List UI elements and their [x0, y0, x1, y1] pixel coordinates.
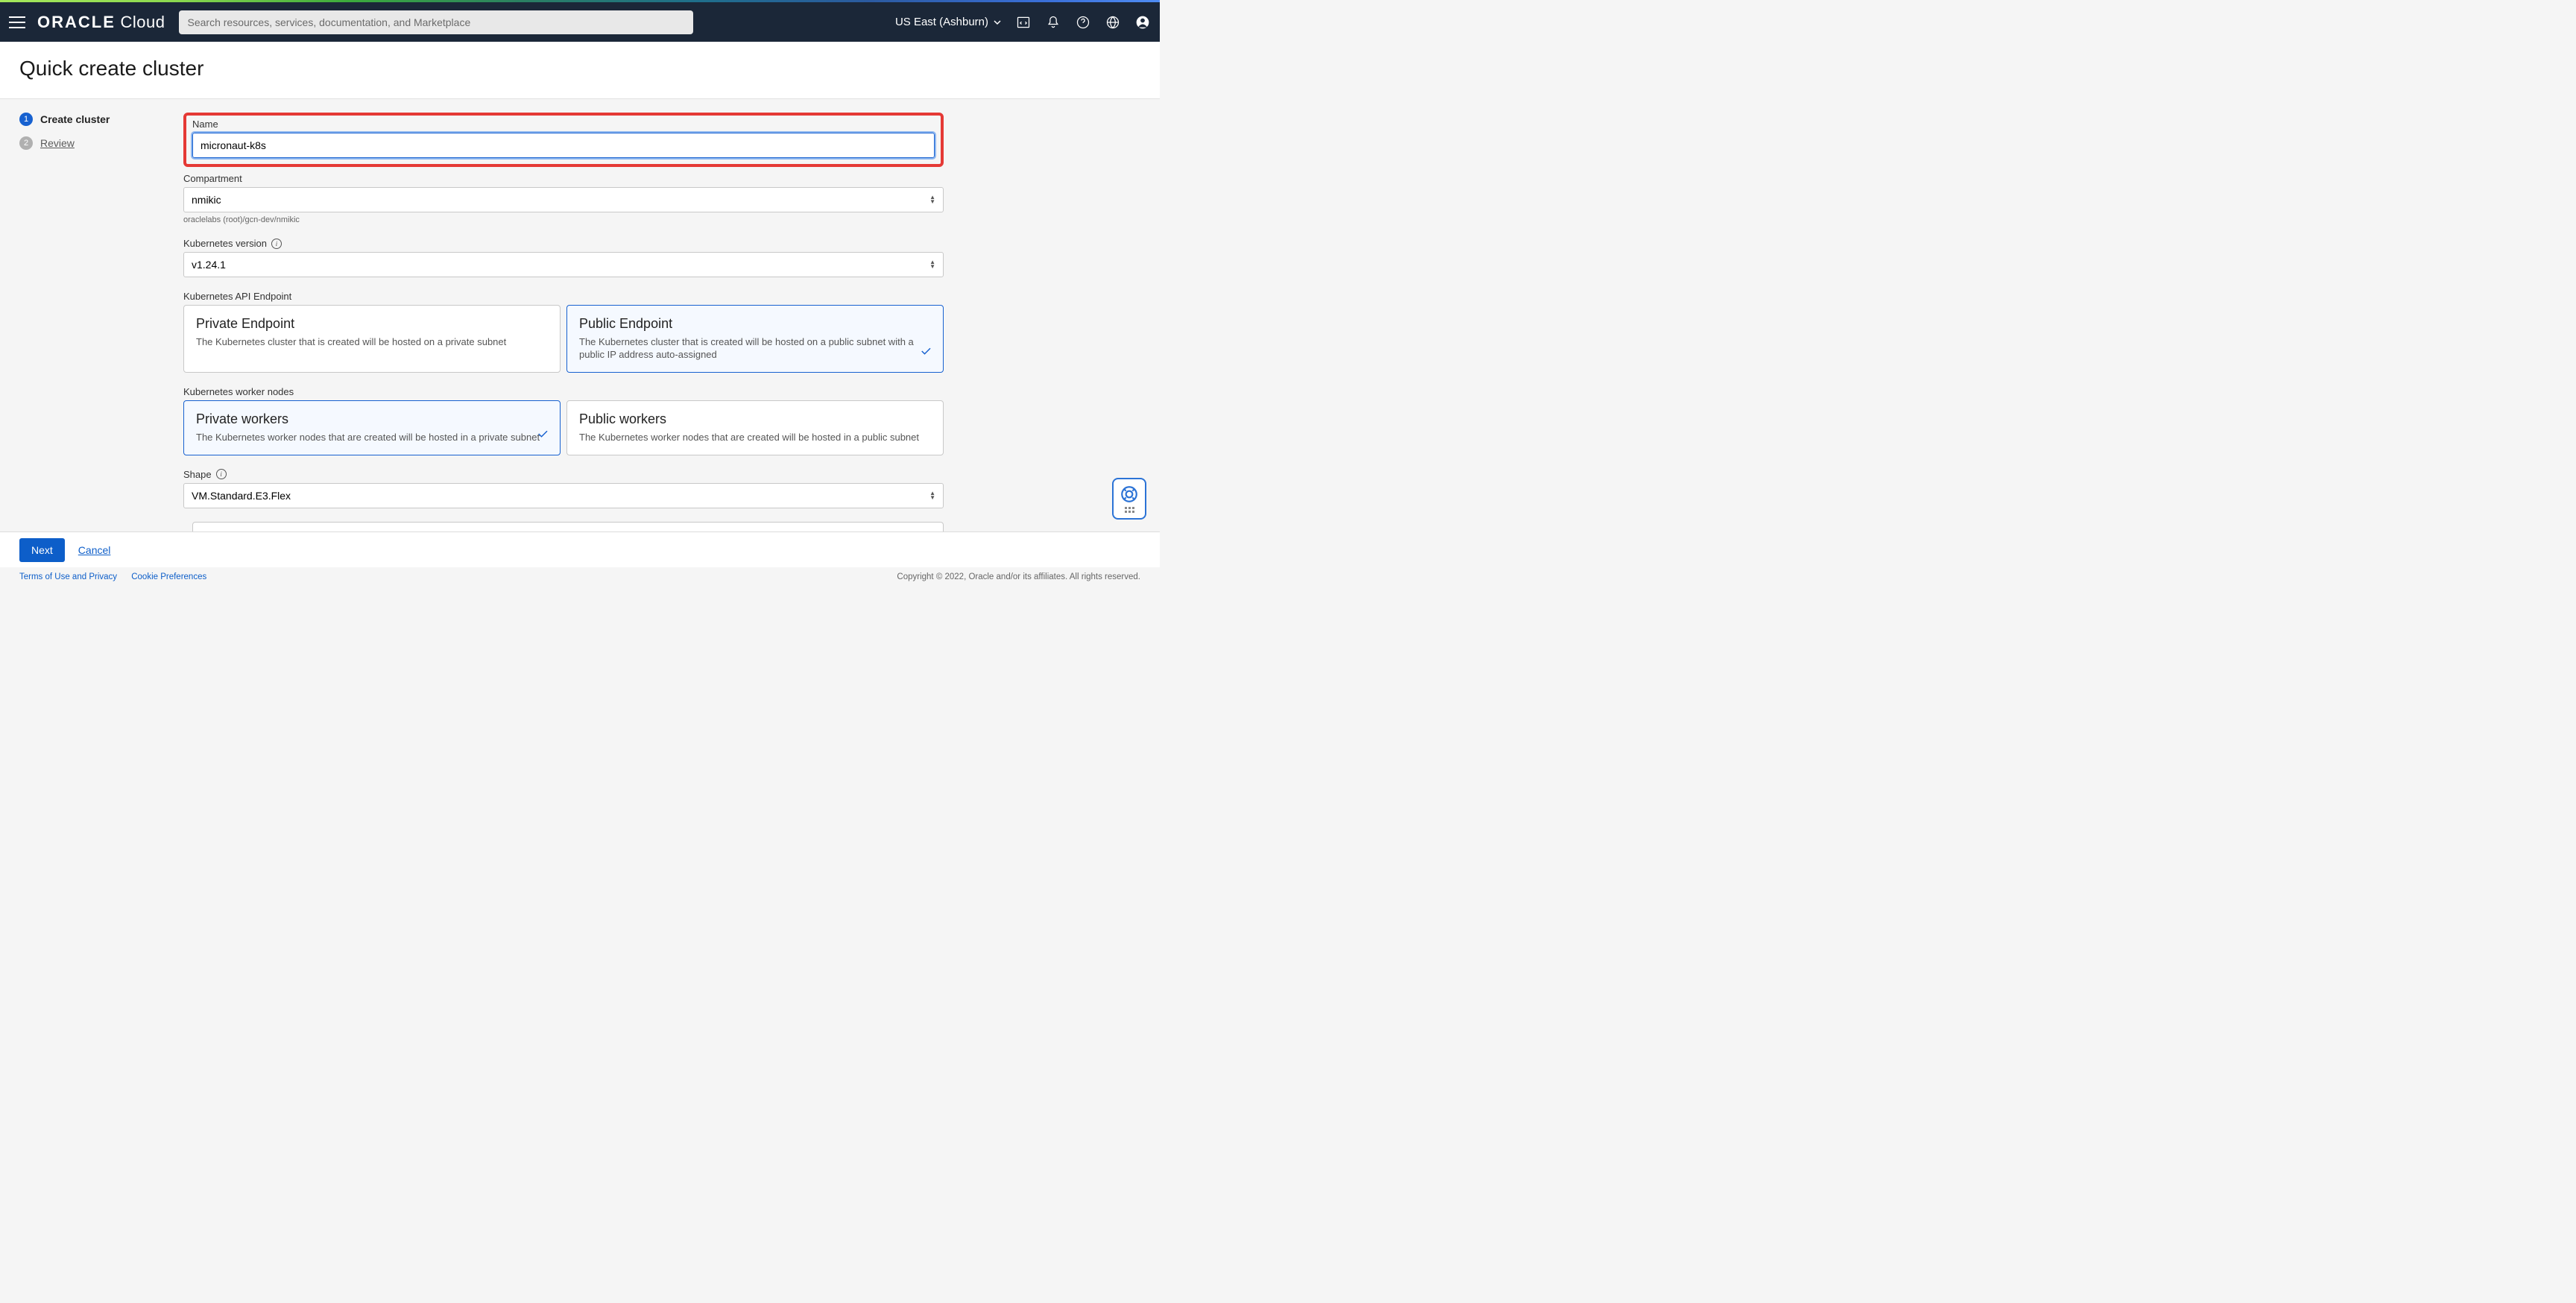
wizard-footer: Next Cancel	[0, 531, 1160, 567]
k8s-version-select[interactable]: v1.24.1 ▲▼	[183, 252, 944, 277]
step-badge: 1	[19, 113, 33, 126]
wizard-step-create[interactable]: 1 Create cluster	[19, 113, 168, 126]
support-fab[interactable]	[1112, 478, 1146, 520]
compartment-select[interactable]: nmikic ▲▼	[183, 187, 944, 212]
legal-footer: Terms of Use and Privacy Cookie Preferen…	[0, 567, 1160, 587]
cookie-prefs-link[interactable]: Cookie Preferences	[131, 572, 206, 581]
brand-logo[interactable]: ORACLE Cloud	[37, 13, 165, 32]
lifebuoy-icon	[1120, 485, 1139, 504]
profile-icon[interactable]	[1134, 14, 1151, 31]
select-caret-icon: ▲▼	[929, 195, 935, 204]
drag-handle-icon	[1125, 507, 1134, 513]
search-placeholder: Search resources, services, documentatio…	[188, 16, 471, 28]
wizard-sidebar: 1 Create cluster 2 Review	[19, 113, 168, 532]
info-icon[interactable]: i	[271, 239, 282, 249]
compartment-label: Compartment	[183, 173, 944, 184]
check-icon	[536, 427, 549, 444]
global-header: ORACLE Cloud Search resources, services,…	[0, 2, 1160, 42]
help-icon[interactable]	[1075, 14, 1091, 31]
card-title: Public Endpoint	[579, 316, 931, 332]
api-endpoint-label: Kubernetes API Endpoint	[183, 291, 944, 302]
card-desc: The Kubernetes cluster that is created w…	[196, 336, 548, 349]
menu-icon[interactable]	[9, 12, 30, 33]
compartment-path: oraclelabs (root)/gcn-dev/nmikic	[183, 215, 944, 224]
select-caret-icon: ▲▼	[929, 491, 935, 500]
content-area: 1 Create cluster 2 Review Name Compartme…	[0, 99, 1160, 532]
card-title: Private Endpoint	[196, 316, 548, 332]
shape-value: VM.Standard.E3.Flex	[192, 490, 291, 502]
api-endpoint-group: Kubernetes API Endpoint Private Endpoint…	[183, 291, 944, 373]
search-input[interactable]: Search resources, services, documentatio…	[179, 10, 693, 34]
card-title: Private workers	[196, 411, 548, 427]
endpoint-private-card[interactable]: Private Endpoint The Kubernetes cluster …	[183, 305, 561, 373]
chevron-down-icon	[993, 18, 1002, 27]
logo-brand: ORACLE	[37, 13, 116, 31]
name-highlight-box: Name	[183, 113, 944, 167]
wizard-step-review[interactable]: 2 Review	[19, 136, 168, 150]
shape-label: Shape i	[183, 469, 944, 480]
page-title-section: Quick create cluster	[0, 42, 1160, 99]
page-title: Quick create cluster	[19, 57, 1140, 81]
workers-private-card[interactable]: Private workers The Kubernetes worker no…	[183, 400, 561, 455]
k8s-version-group: Kubernetes version i v1.24.1 ▲▼	[183, 238, 944, 277]
step-badge: 2	[19, 136, 33, 150]
cancel-button[interactable]: Cancel	[78, 544, 111, 556]
step-label: Review	[40, 137, 75, 149]
check-icon	[919, 344, 932, 362]
next-button[interactable]: Next	[19, 538, 65, 562]
compartment-group: Compartment nmikic ▲▼ oraclelabs (root)/…	[183, 173, 944, 224]
worker-nodes-group: Kubernetes worker nodes Private workers …	[183, 386, 944, 455]
info-icon[interactable]: i	[216, 469, 227, 479]
dev-tools-icon[interactable]	[1015, 14, 1032, 31]
card-desc: The Kubernetes worker nodes that are cre…	[196, 432, 548, 444]
name-input[interactable]	[192, 133, 935, 158]
select-caret-icon: ▲▼	[929, 260, 935, 269]
region-selector[interactable]: US East (Ashburn)	[895, 16, 1002, 28]
step-label: Create cluster	[40, 113, 110, 125]
card-title: Public workers	[579, 411, 931, 427]
k8s-version-label: Kubernetes version i	[183, 238, 944, 249]
worker-nodes-label: Kubernetes worker nodes	[183, 386, 944, 397]
copyright-text: Copyright © 2022, Oracle and/or its affi…	[897, 572, 1140, 581]
terms-link[interactable]: Terms of Use and Privacy	[19, 572, 117, 581]
card-desc: The Kubernetes cluster that is created w…	[579, 336, 931, 362]
header-right: US East (Ashburn)	[895, 14, 1151, 31]
endpoint-public-card[interactable]: Public Endpoint The Kubernetes cluster t…	[566, 305, 944, 373]
logo-product: Cloud	[121, 13, 165, 31]
flex-shape-box: You can customize the number of OCPUs th…	[192, 522, 944, 532]
k8s-version-value: v1.24.1	[192, 259, 226, 271]
workers-public-card[interactable]: Public workers The Kubernetes worker nod…	[566, 400, 944, 455]
card-desc: The Kubernetes worker nodes that are cre…	[579, 432, 931, 444]
form-main: Name Compartment nmikic ▲▼ oraclelabs (r…	[183, 113, 944, 532]
region-label: US East (Ashburn)	[895, 16, 988, 28]
name-label: Name	[192, 119, 935, 130]
compartment-value: nmikic	[192, 194, 221, 206]
shape-group: Shape i VM.Standard.E3.Flex ▲▼	[183, 469, 944, 508]
notifications-icon[interactable]	[1045, 14, 1061, 31]
shape-select[interactable]: VM.Standard.E3.Flex ▲▼	[183, 483, 944, 508]
globe-icon[interactable]	[1105, 14, 1121, 31]
